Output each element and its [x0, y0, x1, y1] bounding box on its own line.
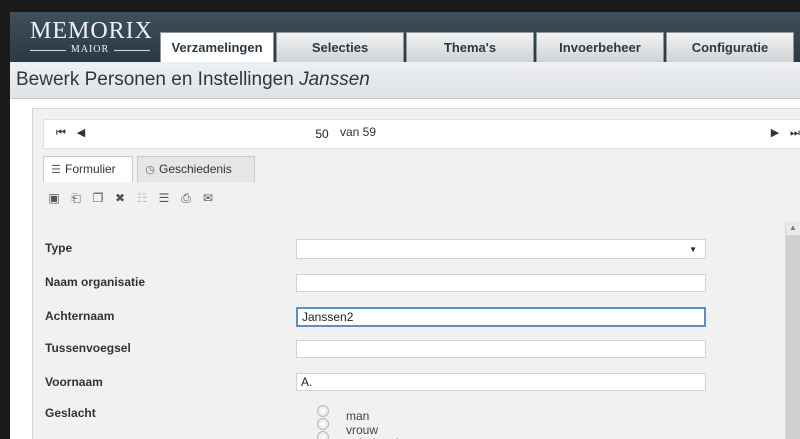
form-scrollbar[interactable]: ▲: [785, 221, 800, 439]
tab-formulier[interactable]: ☰ Formulier: [43, 156, 133, 182]
page-title-text: Bewerk Personen en Instellingen: [16, 69, 294, 90]
title-bar: Bewerk Personen en Instellingen Janssen: [10, 62, 800, 99]
chevron-down-icon: ▼: [689, 245, 697, 254]
firstname-field[interactable]: [296, 373, 706, 391]
app-window: MEMORIX MAIOR Verzamelingen Selecties Th…: [10, 12, 800, 439]
page-title: Bewerk Personen en Instellingen Janssen: [16, 69, 370, 91]
lastname-label: Achternaam: [45, 309, 115, 323]
tab-invoerbeheer[interactable]: Invoerbeheer: [536, 32, 664, 62]
gender-label: Geslacht: [45, 406, 96, 420]
history-icon: ◷: [145, 164, 155, 176]
tab-verzamelingen[interactable]: Verzamelingen: [160, 32, 274, 64]
next-record-icon[interactable]: ▶: [768, 126, 782, 140]
copy-icon[interactable]: ❐: [91, 191, 105, 205]
firstname-label: Voornaam: [45, 375, 103, 389]
page-number-input[interactable]: [306, 124, 338, 144]
gender-radio-vrouw[interactable]: [317, 418, 329, 430]
page-title-record: Janssen: [299, 69, 370, 90]
type-label: Type: [45, 241, 73, 255]
org-name-field[interactable]: [296, 274, 706, 292]
tab-formulier-label: Formulier: [65, 162, 116, 176]
disabled-doc-icon: ☷: [136, 191, 148, 205]
top-bar: MEMORIX MAIOR Verzamelingen Selecties Th…: [10, 12, 800, 64]
print-icon[interactable]: ⎙: [179, 191, 193, 205]
prev-record-icon[interactable]: ◀: [74, 126, 88, 140]
mail-icon[interactable]: ✉: [201, 191, 215, 205]
scrollbar-thumb[interactable]: [786, 235, 800, 439]
document-icon[interactable]: ☰: [157, 191, 171, 205]
type-select[interactable]: ▼: [296, 239, 706, 259]
lastname-field[interactable]: [296, 307, 706, 327]
tab-themas[interactable]: Thema's: [406, 32, 534, 62]
export-icon[interactable]: ⎗: [69, 191, 83, 205]
logo-sub: MAIOR: [30, 44, 150, 56]
record-pager: ⏮ ◀ van 59 ▶ ⏭: [43, 119, 800, 149]
form-icon: ☰: [51, 164, 61, 176]
tab-geschiedenis[interactable]: ◷ Geschiedenis: [137, 156, 255, 182]
gender-radio-man[interactable]: [317, 405, 329, 417]
delete-icon[interactable]: ✖: [113, 191, 127, 205]
page-count: van 59: [340, 125, 377, 139]
gender-option-man: man: [346, 409, 370, 423]
org-name-label: Naam organisatie: [45, 275, 146, 289]
last-record-icon[interactable]: ⏭: [788, 126, 800, 140]
gender-option-vrouw: vrouw: [346, 423, 379, 437]
memorix-logo: MEMORIX MAIOR: [20, 18, 160, 58]
record-panel: ⏮ ◀ van 59 ▶ ⏭ ☰Formulier ◷Geschiedenis …: [32, 108, 800, 439]
infix-label: Tussenvoegsel: [45, 341, 131, 355]
gender-radio-onbekend[interactable]: [317, 431, 329, 439]
tab-selecties[interactable]: Selecties: [276, 32, 404, 62]
save-icon[interactable]: ▣: [47, 191, 61, 205]
first-record-icon[interactable]: ⏮: [54, 126, 68, 140]
infix-field[interactable]: [296, 340, 706, 358]
scroll-up-icon[interactable]: ▲: [789, 223, 797, 232]
logo-main: MEMORIX: [30, 18, 154, 44]
tab-geschiedenis-label: Geschiedenis: [159, 162, 232, 176]
tab-configuratie[interactable]: Configuratie: [666, 32, 794, 62]
